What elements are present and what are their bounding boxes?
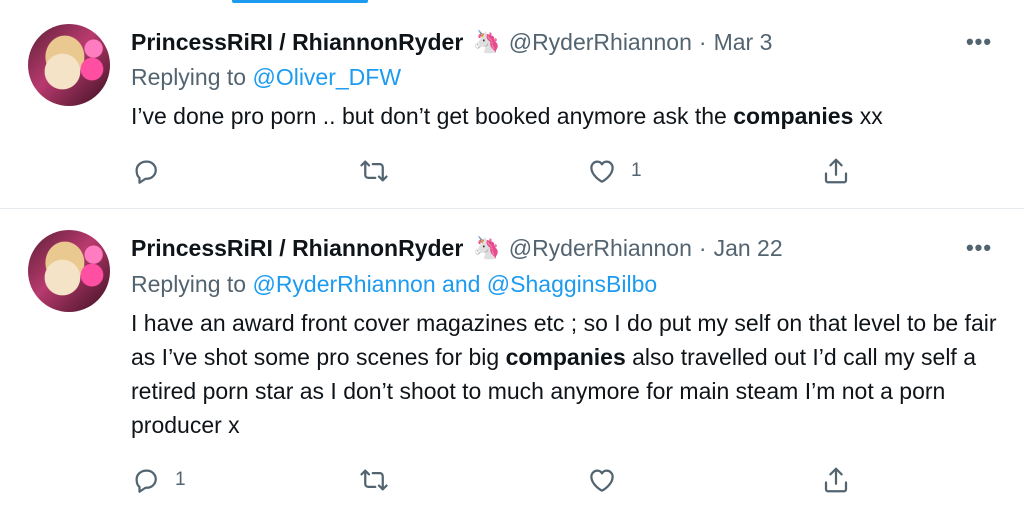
tweet-text-highlight: companies bbox=[733, 103, 854, 129]
tweet-header: PrincessRiRI / RhiannonRyder 🦄 @RyderRhi… bbox=[131, 233, 783, 263]
user-handle[interactable]: @RyderRhiannon bbox=[509, 235, 692, 262]
share-icon bbox=[824, 158, 848, 184]
tweet-date[interactable]: Mar 3 bbox=[714, 29, 773, 56]
replying-to-label: Replying to bbox=[131, 271, 253, 297]
tweet-header: PrincessRiRI / RhiannonRyder 🦄 @RyderRhi… bbox=[131, 27, 772, 57]
share-icon bbox=[824, 467, 848, 493]
display-name[interactable]: PrincessRiRI / RhiannonRyder bbox=[131, 235, 463, 262]
like-count: 1 bbox=[631, 160, 642, 181]
reply-button[interactable]: 1 bbox=[131, 465, 186, 495]
replying-to-joiner[interactable]: and bbox=[436, 271, 487, 297]
display-name[interactable]: PrincessRiRI / RhiannonRyder bbox=[131, 29, 463, 56]
unicorn-emoji: 🦄 bbox=[473, 29, 501, 55]
replying-to-mention[interactable]: @Oliver_DFW bbox=[252, 64, 401, 90]
tweet-text-highlight: companies bbox=[505, 344, 626, 370]
avatar[interactable] bbox=[28, 230, 110, 312]
replying-to-mention[interactable]: @RyderRhiannon bbox=[252, 271, 435, 297]
separator-dot: · bbox=[698, 28, 707, 55]
replying-to-mention[interactable]: @ShagginsBilbo bbox=[487, 271, 657, 297]
tweet-text: I’ve done pro porn .. but don’t get book… bbox=[131, 99, 1011, 133]
like-icon bbox=[590, 469, 614, 492]
user-handle[interactable]: @RyderRhiannon bbox=[509, 29, 692, 56]
tweet-text-segment: I’ve done pro porn .. but don’t get book… bbox=[131, 103, 734, 129]
like-button[interactable]: 1 bbox=[587, 156, 642, 186]
replying-to: Replying to @Oliver_DFW bbox=[131, 64, 401, 91]
retweet-icon bbox=[360, 160, 388, 182]
reply-icon bbox=[135, 469, 157, 493]
tweet[interactable]: PrincessRiRI / RhiannonRyder 🦄 @RyderRhi… bbox=[0, 209, 1024, 518]
replying-to-label: Replying to bbox=[131, 64, 253, 90]
reply-count: 1 bbox=[175, 469, 186, 490]
more-options-icon[interactable]: ••• bbox=[964, 233, 994, 263]
retweet-button[interactable] bbox=[359, 156, 403, 186]
retweet-icon bbox=[360, 469, 388, 491]
tweet-actions: 1 bbox=[131, 462, 861, 498]
tweet-date[interactable]: Jan 22 bbox=[714, 235, 783, 262]
tweet-text: I have an award front cover magazines et… bbox=[131, 306, 1011, 442]
reply-icon bbox=[135, 160, 157, 184]
like-button[interactable] bbox=[587, 465, 631, 495]
more-options-icon[interactable]: ••• bbox=[964, 27, 994, 57]
tweet-text-segment: xx bbox=[853, 103, 883, 129]
share-button[interactable] bbox=[821, 465, 851, 495]
tweet-actions: 1 bbox=[131, 153, 861, 189]
reply-button[interactable] bbox=[131, 156, 175, 186]
avatar[interactable] bbox=[28, 24, 110, 106]
replying-to: Replying to @RyderRhiannon and @Shaggins… bbox=[131, 271, 657, 298]
share-button[interactable] bbox=[821, 156, 851, 186]
retweet-button[interactable] bbox=[359, 465, 403, 495]
separator-dot: · bbox=[698, 234, 707, 261]
unicorn-emoji: 🦄 bbox=[473, 235, 501, 261]
tweet[interactable]: PrincessRiRI / RhiannonRyder 🦄 @RyderRhi… bbox=[0, 0, 1024, 209]
like-icon bbox=[590, 160, 614, 183]
